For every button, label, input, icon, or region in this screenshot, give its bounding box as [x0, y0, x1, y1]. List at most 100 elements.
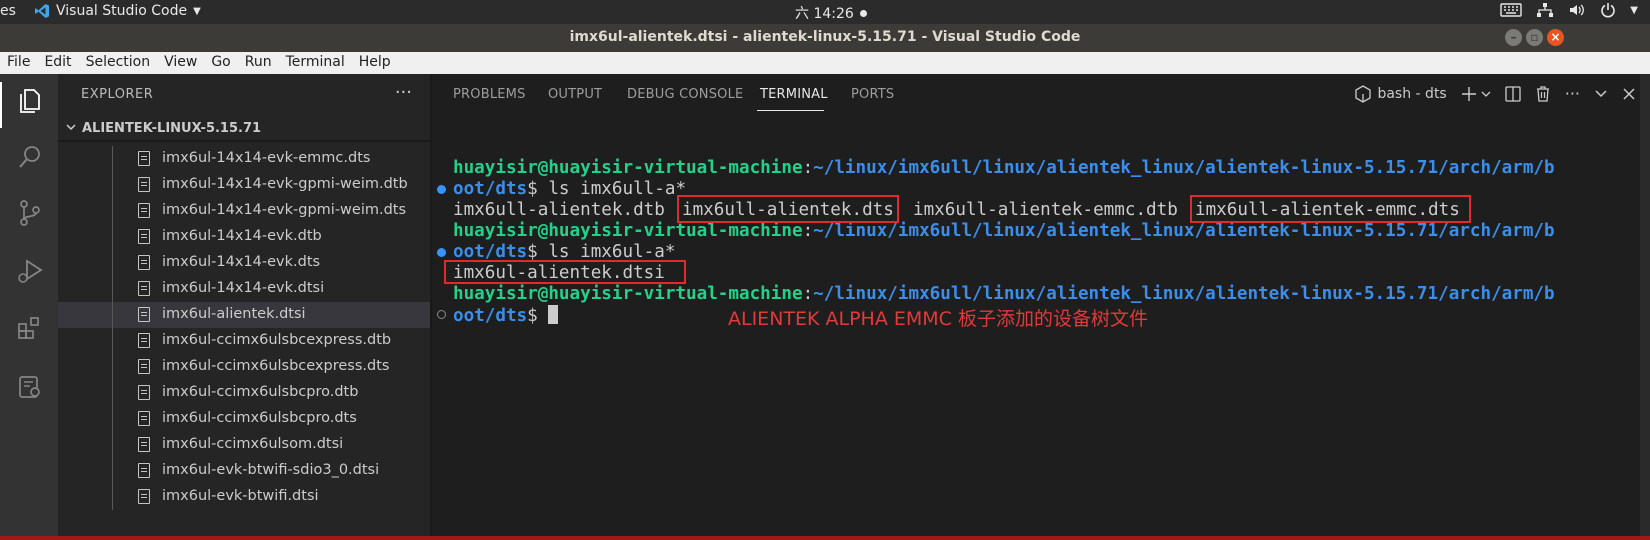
prompt-user-host: huayisir@huayisir-virtual-machine — [453, 284, 803, 304]
prompt-symbol: $ — [527, 242, 549, 262]
activities-button[interactable]: es — [0, 3, 16, 19]
command-text: ls imx6ul-a* — [548, 242, 676, 262]
clock[interactable]: 六 14:26 — [795, 3, 867, 23]
terminal-line: imx6ull-alientek.dtb — [453, 200, 665, 221]
chevron-down-icon: ▼ — [193, 5, 201, 17]
app-menu[interactable]: Visual Studio Code ▼ — [34, 3, 201, 19]
run-debug-icon[interactable] — [15, 256, 45, 286]
file-item[interactable]: imx6ul-evk-btwifi.dtsi — [58, 484, 430, 510]
file-name: imx6ul-14x14-evk.dts — [162, 254, 321, 270]
close-button[interactable]: × — [1547, 29, 1564, 46]
trash-icon[interactable] — [1535, 85, 1551, 102]
menu-terminal[interactable]: Terminal — [279, 52, 352, 74]
highlight-box — [677, 195, 899, 223]
minimize-button[interactable]: – — [1505, 29, 1522, 46]
file-item[interactable]: imx6ul-ccimx6ulsom.dtsi — [58, 432, 430, 458]
prompt-path: ~/linux/imx6ull/linux/alientek_linux/ali… — [813, 158, 1555, 178]
split-terminal-icon[interactable] — [1505, 85, 1521, 102]
tab-terminal[interactable]: TERMINAL — [760, 87, 828, 102]
new-terminal-button[interactable] — [1461, 86, 1491, 102]
file-name: imx6ul-evk-btwifi.dtsi — [162, 488, 319, 504]
explorer-header: EXPLORER — [81, 87, 154, 102]
terminal-output[interactable]: huayisir@huayisir-virtual-machine:~/linu… — [432, 118, 1650, 540]
highlight-box — [444, 260, 686, 284]
tab-output[interactable]: OUTPUT — [548, 87, 602, 102]
panel-tabs: PROBLEMS OUTPUT DEBUG CONSOLE TERMINAL P… — [432, 74, 1650, 118]
file-item[interactable]: imx6ul-14x14-evk.dtb — [58, 224, 430, 250]
volume-icon[interactable] — [1568, 2, 1586, 18]
terminal-line: oot/dts$ ls imx6ull-a* — [453, 179, 686, 200]
keyboard-icon[interactable] — [1500, 3, 1522, 17]
window-titlebar: imx6ul-alientek.dtsi - alientek-linux-5.… — [0, 24, 1650, 52]
file-item[interactable]: imx6ul-14x14-evk.dtsi — [58, 276, 430, 302]
prompt-path: ~/linux/imx6ull/linux/alientek_linux/ali… — [813, 221, 1555, 241]
close-panel-icon[interactable] — [1622, 87, 1636, 101]
file-name: imx6ul-14x14-evk.dtb — [162, 228, 322, 244]
tab-problems[interactable]: PROBLEMS — [453, 87, 526, 102]
search-icon[interactable] — [15, 142, 45, 172]
prompt-symbol: $ — [527, 306, 549, 326]
command-text: ls imx6ull-a* — [548, 179, 687, 199]
tab-ports[interactable]: PORTS — [851, 87, 894, 102]
file-item[interactable]: imx6ul-evk-btwifi-sdio3_0.dtsi — [58, 458, 430, 484]
workspace-folder-label: ALIENTEK-LINUX-5.15.71 — [82, 121, 262, 136]
menu-selection[interactable]: Selection — [79, 52, 158, 74]
menu-help[interactable]: Help — [352, 52, 398, 74]
file-item[interactable]: imx6ul-ccimx6ulsbcexpress.dts — [58, 354, 430, 380]
file-icon — [138, 177, 150, 192]
annotation-text: ALIENTEK ALPHA EMMC 板子添加的设备树文件 — [728, 308, 1148, 330]
file-item[interactable]: imx6ul-ccimx6ulsbcpro.dts — [58, 406, 430, 432]
terminal-line: huayisir@huayisir-virtual-machine:~/linu… — [453, 221, 1555, 242]
prompt-path: oot/dts — [453, 306, 528, 326]
file-tree: imx6ul-14x14-evk-emmc.dts imx6ul-14x14-e… — [58, 146, 430, 510]
workspace-folder[interactable]: ALIENTEK-LINUX-5.15.71 — [58, 116, 430, 140]
chevron-down-icon[interactable]: ▼ — [1630, 5, 1638, 16]
power-icon[interactable] — [1600, 2, 1616, 18]
file-item[interactable]: imx6ul-ccimx6ulsbcpro.dtb — [58, 380, 430, 406]
indent-guide — [112, 250, 113, 276]
indent-guide — [112, 198, 113, 224]
command-decoration-icon[interactable] — [437, 248, 446, 257]
command-decoration-icon[interactable] — [437, 310, 446, 319]
terminal-name: bash - dts — [1377, 85, 1447, 102]
source-control-icon[interactable] — [15, 198, 45, 228]
tab-debug-console[interactable]: DEBUG CONSOLE — [627, 87, 743, 102]
file-icon — [138, 411, 150, 426]
network-icon[interactable] — [1536, 2, 1554, 18]
file-item[interactable]: imx6ul-14x14-evk-gpmi-weim.dts — [58, 198, 430, 224]
file-icon — [138, 307, 150, 322]
menu-view[interactable]: View — [157, 52, 204, 74]
notification-dot-icon — [859, 9, 867, 17]
file-icon — [138, 255, 150, 270]
explorer-icon[interactable] — [15, 86, 45, 116]
file-item[interactable]: imx6ul-14x14-evk-emmc.dts — [58, 146, 430, 172]
menu-run[interactable]: Run — [238, 52, 279, 74]
file-icon — [138, 333, 150, 348]
more-actions-icon[interactable]: ··· — [395, 82, 412, 103]
file-icon — [138, 151, 150, 166]
prompt-user-host: huayisir@huayisir-virtual-machine — [453, 221, 803, 241]
file-icon — [138, 281, 150, 296]
terminal-selector[interactable]: bash - dts — [1355, 84, 1447, 103]
window-bottom-edge — [0, 536, 1650, 540]
maximize-button[interactable]: ▫ — [1526, 29, 1543, 46]
command-decoration-icon[interactable] — [437, 185, 446, 194]
menu-go[interactable]: Go — [204, 52, 237, 74]
file-item-selected[interactable]: imx6ul-alientek.dtsi — [58, 302, 430, 328]
menu-file[interactable]: File — [0, 52, 37, 74]
maximize-panel-icon[interactable] — [1594, 87, 1608, 101]
indent-guide — [112, 406, 113, 432]
explorer-sidebar: EXPLORER ··· ALIENTEK-LINUX-5.15.71 imx6… — [58, 74, 430, 540]
chevron-down-icon — [1481, 91, 1491, 97]
remote-explorer-icon[interactable] — [15, 372, 45, 402]
extensions-icon[interactable] — [15, 314, 45, 344]
file-item[interactable]: imx6ul-14x14-evk-gpmi-weim.dtb — [58, 172, 430, 198]
file-item[interactable]: imx6ul-14x14-evk.dts — [58, 250, 430, 276]
activity-bar — [0, 74, 58, 540]
more-actions-icon[interactable]: ··· — [1565, 84, 1580, 103]
prompt-path: oot/dts — [453, 242, 528, 262]
file-item[interactable]: imx6ul-ccimx6ulsbcexpress.dtb — [58, 328, 430, 354]
window-title: imx6ul-alientek.dtsi - alientek-linux-5.… — [569, 29, 1081, 45]
menu-edit[interactable]: Edit — [37, 52, 78, 74]
output-file: imx6ull-alientek.dtb — [453, 200, 665, 220]
